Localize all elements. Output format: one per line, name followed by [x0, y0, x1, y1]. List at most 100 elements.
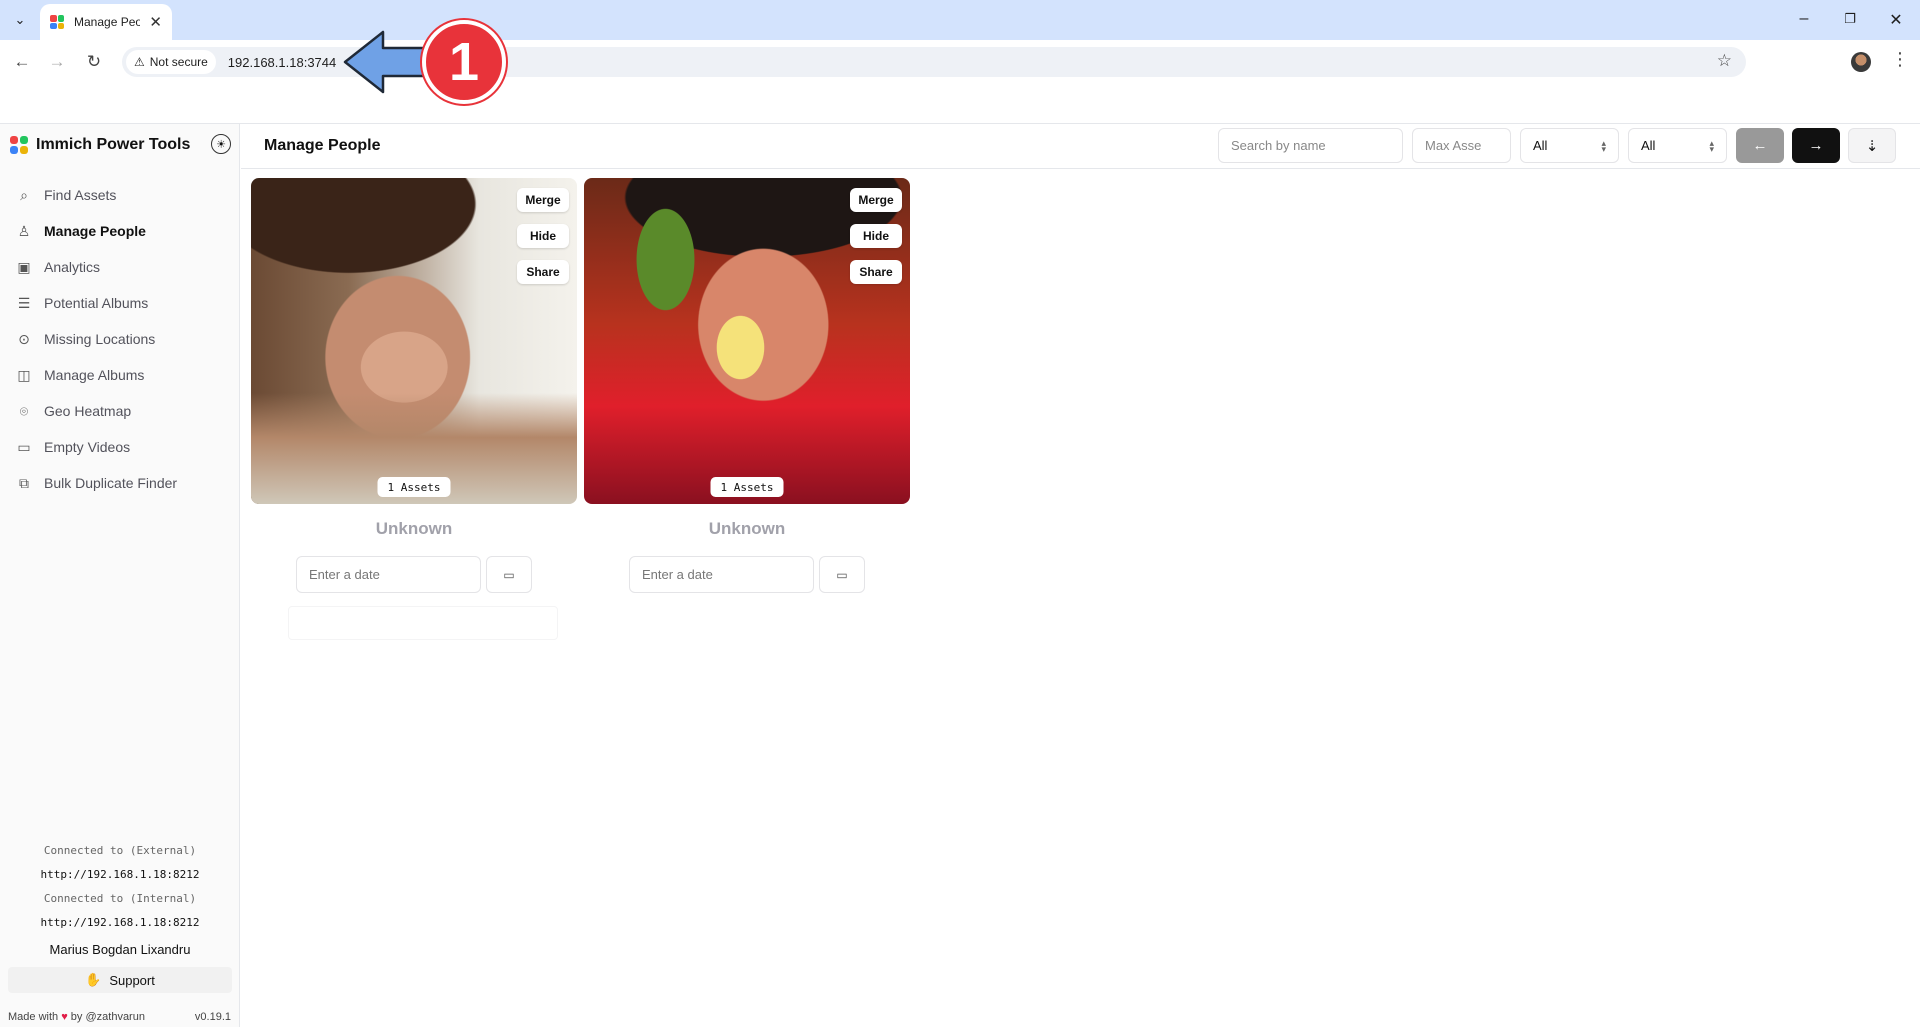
previous-page-button[interactable]: ←: [1736, 128, 1784, 163]
app-logo-icon: [10, 136, 28, 154]
back-icon[interactable]: ←: [10, 50, 34, 74]
chevron-up-down-icon: ▴ ▾: [1601, 137, 1606, 154]
support-button[interactable]: ✋ Support: [8, 967, 232, 993]
security-chip[interactable]: ⚠ Not secure: [126, 50, 216, 74]
filter-select-1-value: All: [1533, 138, 1548, 153]
sidebar-item-label: Missing Locations: [44, 331, 156, 347]
heart-icon: ♥: [61, 1011, 68, 1023]
sort-button[interactable]: ⇣: [1848, 128, 1896, 163]
sidebar-item-label: Potential Albums: [44, 295, 149, 311]
person-name[interactable]: Unknown: [584, 519, 910, 539]
main-content: Manage People Search by name Max Asse Al…: [241, 124, 1920, 1027]
author-link[interactable]: @zathvarun: [85, 1011, 144, 1023]
page-header: Manage People Search by name Max Asse Al…: [241, 124, 1920, 169]
sort-icon: ⇣: [1865, 137, 1879, 155]
reload-icon[interactable]: ↻: [82, 50, 106, 74]
sidebar-item-manage-people[interactable]: ♙ Manage People: [0, 213, 240, 249]
theme-toggle-icon[interactable]: ☀: [211, 134, 231, 154]
security-label: Not secure: [149, 55, 208, 69]
calendar-button[interactable]: ▭: [819, 556, 865, 593]
tab-search-chevron-icon[interactable]: ⌄: [8, 8, 32, 32]
favicon-icon: [50, 15, 64, 29]
handshake-icon: ✋: [85, 972, 102, 987]
person-card-1[interactable]: Merge Hide Share 1 Assets: [251, 178, 577, 504]
made-with-prefix: Made with: [8, 1011, 59, 1023]
calendar-button[interactable]: ▭: [486, 556, 532, 593]
map-pin-icon: ⌾: [19, 402, 29, 419]
page-title: Manage People: [264, 137, 381, 154]
tab-close-icon[interactable]: ✕: [149, 13, 162, 31]
sidebar-item-label: Manage People: [44, 223, 146, 239]
sidebar-nav: ⌕ Find Assets ♙ Manage People ▣ Analytic…: [0, 177, 240, 501]
copy-icon: ⧉: [19, 474, 29, 491]
sidebar-item-label: Find Assets: [44, 187, 117, 203]
url-text[interactable]: 192.168.1.18:3744: [228, 55, 336, 70]
assets-count-badge: 1 Assets: [377, 477, 451, 497]
owner-name: Marius Bogdan Lixandru: [49, 942, 191, 957]
sidebar: Immich Power Tools ☀ ⌕ Find Assets ♙ Man…: [0, 124, 240, 1027]
sidebar-item-analytics[interactable]: ▣ Analytics: [0, 249, 240, 285]
sidebar-item-label: Bulk Duplicate Finder: [44, 475, 178, 491]
window-close-icon[interactable]: ✕: [1886, 10, 1906, 30]
browser-menu-icon[interactable]: ⋮: [1891, 49, 1909, 70]
browser-toolbar: ← → ↻ ⚠ Not secure 192.168.1.18:3744 ☆ ⋮: [0, 40, 1920, 124]
internal-connection-label: Connected to (Internal): [43, 892, 197, 905]
brand[interactable]: Immich Power Tools: [0, 124, 239, 166]
stack-icon: ☰: [17, 294, 31, 311]
person-name[interactable]: Unknown: [251, 519, 577, 539]
album-icon: ◫: [17, 366, 31, 383]
internal-connection-url[interactable]: http://192.168.1.18:8212: [0, 916, 240, 929]
next-page-button[interactable]: →: [1792, 128, 1840, 163]
merge-button[interactable]: Merge: [850, 188, 902, 212]
search-by-name-input[interactable]: Search by name: [1218, 128, 1403, 163]
annotation-badge: 1: [422, 20, 506, 104]
browser-tab-bar: ⌄ Manage Peo ✕ – ❐ ✕: [0, 0, 1920, 40]
location-search-icon: ⊙: [18, 330, 30, 347]
restore-icon[interactable]: ❐: [1840, 11, 1860, 27]
birth-date-input[interactable]: Enter a date: [296, 556, 481, 593]
merge-button[interactable]: Merge: [517, 188, 569, 212]
external-connection-url[interactable]: http://192.168.1.18:8212: [0, 868, 240, 881]
brand-name: Immich Power Tools: [36, 136, 191, 153]
hide-button[interactable]: Hide: [850, 224, 902, 248]
filter-select-2[interactable]: All ▴ ▾: [1628, 128, 1727, 163]
browser-tab[interactable]: Manage Peo ✕: [40, 4, 172, 40]
sidebar-item-bulk-duplicate-finder[interactable]: ⧉ Bulk Duplicate Finder: [0, 465, 240, 501]
arrow-left-icon: ←: [1752, 137, 1768, 154]
app-version: v0.19.1: [194, 1011, 231, 1023]
bookmark-star-icon[interactable]: ☆: [1717, 51, 1732, 71]
sidebar-item-label: Empty Videos: [44, 439, 131, 455]
profile-avatar[interactable]: [1851, 52, 1871, 72]
sidebar-item-label: Manage Albums: [44, 367, 145, 383]
calendar-icon: ▭: [503, 567, 515, 582]
birth-date-input[interactable]: Enter a date: [629, 556, 814, 593]
assets-count-badge: 1 Assets: [710, 477, 784, 497]
external-connection-label: Connected to (External): [43, 844, 197, 857]
sidebar-item-missing-locations[interactable]: ⊙ Missing Locations: [0, 321, 240, 357]
forward-icon[interactable]: →: [45, 50, 69, 74]
tab-title: Manage Peo: [74, 15, 140, 29]
max-assets-input[interactable]: Max Asse: [1412, 128, 1511, 163]
share-button[interactable]: Share: [517, 260, 569, 284]
sidebar-item-find-assets[interactable]: ⌕ Find Assets: [0, 177, 240, 213]
sidebar-item-potential-albums[interactable]: ☰ Potential Albums: [0, 285, 240, 321]
sidebar-item-label: Analytics: [44, 259, 101, 275]
filter-select-1[interactable]: All ▴ ▾: [1520, 128, 1619, 163]
support-label: Support: [109, 972, 155, 988]
made-with-credit: Made with ♥ by @zathvarun: [8, 1011, 145, 1023]
video-icon: ▭: [17, 438, 31, 455]
filter-select-2-value: All: [1641, 138, 1656, 153]
warning-icon: ⚠: [134, 55, 145, 69]
image-icon: ▣: [17, 258, 31, 275]
minimize-icon[interactable]: –: [1794, 10, 1814, 28]
share-button[interactable]: Share: [850, 260, 902, 284]
arrow-right-icon: →: [1808, 137, 1824, 154]
sidebar-item-manage-albums[interactable]: ◫ Manage Albums: [0, 357, 240, 393]
user-icon: ♙: [17, 222, 31, 239]
sidebar-item-empty-videos[interactable]: ▭ Empty Videos: [0, 429, 240, 465]
hide-button[interactable]: Hide: [517, 224, 569, 248]
person-card-2[interactable]: Merge Hide Share 1 Assets: [584, 178, 910, 504]
empty-dropdown-panel: [288, 606, 558, 640]
calendar-icon: ▭: [836, 567, 848, 582]
sidebar-item-geo-heatmap[interactable]: ⌾ Geo Heatmap: [0, 393, 240, 429]
